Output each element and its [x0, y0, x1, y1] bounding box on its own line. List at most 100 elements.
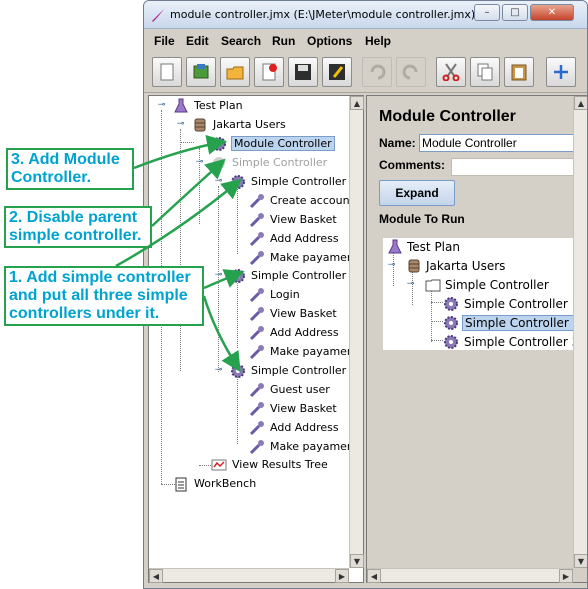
tree-label-test-plan: Test Plan — [194, 99, 243, 112]
open-icon — [226, 66, 244, 80]
annotation-step-1: 1. Add simple controller and put all thr… — [4, 266, 204, 326]
tree-horizontal-scrollbar[interactable]: ◀ ▶ — [149, 568, 349, 583]
maximize-button[interactable]: □ — [502, 4, 528, 21]
expand-all-button[interactable] — [546, 57, 576, 87]
tree-label-view-results-tree: View Results Tree — [232, 458, 328, 471]
annotation-text: simple controller. — [9, 227, 142, 244]
name-label: Name: — [379, 136, 416, 150]
close-icon — [262, 63, 277, 81]
sampler-pipette-icon — [249, 288, 264, 303]
tree-label-simple-controller: Simple Controller — [232, 156, 328, 169]
window-title: module controller.jmx (E:\JMeter\module … — [170, 8, 476, 21]
undo-button[interactable] — [362, 57, 392, 87]
tree-label-sc3: Simple Controller 3 — [251, 364, 357, 377]
module-tree-label: Simple Controller 2 — [462, 315, 584, 331]
menu-help[interactable]: Help — [365, 34, 391, 48]
sampler-pipette-icon — [249, 251, 264, 266]
tree-label-sampler: Make payament — [270, 440, 359, 453]
redo-button[interactable] — [396, 57, 426, 87]
menu-file[interactable]: File — [154, 34, 175, 48]
templates-button[interactable] — [186, 57, 216, 87]
panel-vertical-scrollbar[interactable]: ▲ ▼ — [573, 96, 587, 568]
scroll-up-icon[interactable]: ▲ — [574, 96, 587, 110]
tree-label-sampler: View Basket — [270, 402, 337, 415]
scroll-right-icon[interactable]: ▶ — [559, 569, 573, 583]
save-as-button[interactable] — [322, 57, 352, 87]
panel-horizontal-scrollbar[interactable]: ◀ ▶ — [367, 568, 573, 583]
annotation-text: Controller. — [11, 169, 92, 186]
jmeter-window: module controller.jmx (E:\JMeter\module … — [143, 0, 588, 589]
copy-button[interactable] — [470, 57, 500, 87]
name-field[interactable] — [419, 134, 579, 152]
sampler-pipette-icon — [249, 326, 264, 341]
save-as-icon — [329, 64, 345, 80]
copy-icon — [477, 63, 493, 81]
title-bar[interactable]: module controller.jmx (E:\JMeter\module … — [144, 1, 587, 29]
sampler-pipette-icon — [249, 440, 264, 455]
simple-controller-gear-icon — [231, 269, 245, 283]
tree-label-sampler: Add Address — [270, 421, 339, 434]
scroll-right-icon[interactable]: ▶ — [335, 569, 349, 583]
expand-icon — [554, 65, 568, 79]
menu-run[interactable]: Run — [272, 34, 295, 48]
tree-vertical-scrollbar[interactable]: ▲ ▼ — [349, 96, 364, 568]
scroll-left-icon[interactable]: ◀ — [367, 569, 381, 583]
close-button[interactable]: ✕ — [530, 4, 574, 21]
menu-search[interactable]: Search — [221, 34, 261, 48]
tree-label-module-controller: Module Controller — [231, 136, 335, 151]
simple-controller-gear-icon — [444, 297, 458, 311]
save-button[interactable] — [288, 57, 318, 87]
sampler-pipette-icon — [249, 402, 264, 417]
jmeter-feather-icon — [152, 9, 164, 22]
test-plan-flask-icon — [388, 239, 402, 254]
save-icon — [295, 64, 311, 80]
sampler-pipette-icon — [249, 307, 264, 322]
minimize-button[interactable]: – — [474, 4, 500, 21]
module-tree-label: Jakarta Users — [426, 259, 506, 273]
simple-controller-gear-icon — [231, 364, 245, 378]
simple-controller-gear-icon — [231, 175, 245, 189]
close-file-button[interactable] — [254, 57, 284, 87]
templates-icon — [193, 64, 209, 79]
module-controller-gear-icon — [212, 137, 226, 151]
cut-button[interactable] — [436, 57, 466, 87]
module-tree-label: Simple Controller 1 — [464, 297, 580, 311]
scroll-left-icon[interactable]: ◀ — [149, 569, 163, 583]
menu-edit[interactable]: Edit — [186, 34, 209, 48]
tree-label-sampler: Guest user — [270, 383, 330, 396]
tree-label-sampler: Login — [270, 288, 300, 301]
redo-icon — [402, 64, 418, 80]
scroll-down-icon[interactable]: ▼ — [350, 554, 364, 568]
comments-field[interactable] — [451, 158, 579, 176]
sampler-pipette-icon — [249, 194, 264, 209]
test-plan-tree[interactable]: ⊸ Test Plan ⊸ Jakarta Users Module Contr… — [148, 95, 364, 583]
menu-options[interactable]: Options — [307, 34, 352, 48]
menu-bar: File Edit Search Run Options Help — [144, 31, 587, 51]
tree-label-sampler: View Basket — [270, 307, 337, 320]
sampler-pipette-icon — [249, 232, 264, 247]
annotation-text: and put all three simple — [9, 287, 188, 304]
module-tree-label: Simple Controller 3 — [464, 335, 580, 349]
thread-group-spool-icon — [194, 118, 206, 132]
expand-button[interactable]: Expand — [379, 180, 455, 206]
cut-icon — [442, 63, 460, 81]
tree-label-jakarta-users: Jakarta Users — [213, 118, 286, 131]
paste-button[interactable] — [504, 57, 534, 87]
module-to-run-tree[interactable]: Test Plan ⊸ Jakarta Users ⊸ Simple Contr… — [383, 238, 584, 350]
simple-controller-gear-icon — [444, 316, 458, 330]
simple-controller-disabled-icon — [213, 157, 225, 169]
new-button[interactable] — [152, 57, 182, 87]
scroll-up-icon[interactable]: ▲ — [350, 96, 364, 110]
new-icon — [160, 63, 174, 81]
module-controller-panel: Module Controller Name: Comments: Expand… — [366, 95, 587, 583]
sampler-pipette-icon — [249, 383, 264, 398]
folder-icon — [425, 279, 441, 292]
listener-graph-icon — [211, 459, 227, 471]
scroll-down-icon[interactable]: ▼ — [574, 554, 587, 568]
module-tree-label: Test Plan — [407, 240, 460, 254]
open-button[interactable] — [220, 57, 250, 87]
paste-icon — [511, 64, 527, 81]
sampler-pipette-icon — [249, 345, 264, 360]
annotation-text: 1. Add simple controller — [9, 269, 191, 286]
annotation-text: 3. Add Module — [11, 151, 120, 168]
